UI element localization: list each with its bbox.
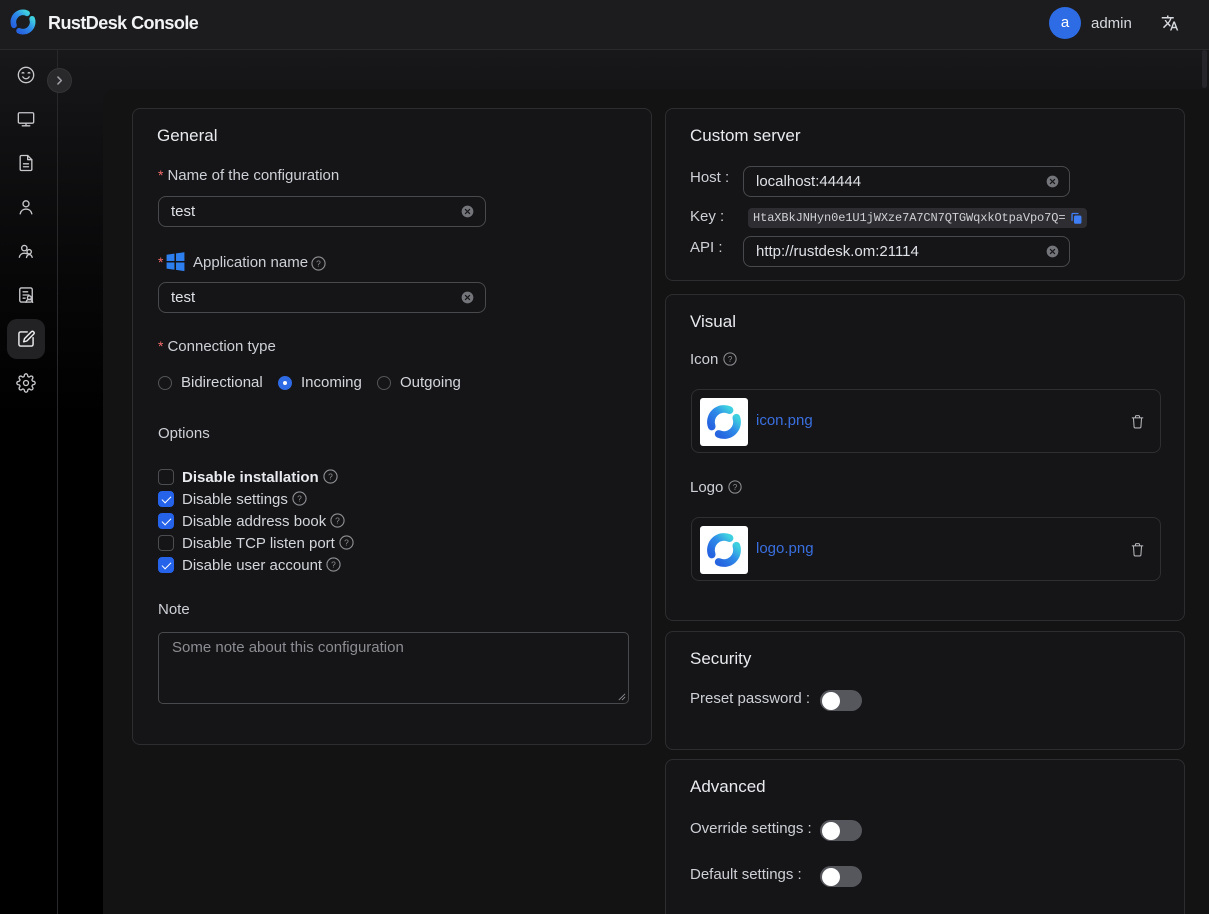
- svg-text:?: ?: [344, 538, 349, 548]
- svg-text:?: ?: [328, 472, 333, 482]
- svg-text:?: ?: [732, 483, 737, 492]
- svg-text:?: ?: [297, 494, 302, 504]
- svg-text:?: ?: [316, 259, 321, 269]
- svg-text:?: ?: [727, 355, 732, 364]
- svg-text:?: ?: [336, 516, 341, 526]
- svg-text:?: ?: [331, 560, 336, 570]
